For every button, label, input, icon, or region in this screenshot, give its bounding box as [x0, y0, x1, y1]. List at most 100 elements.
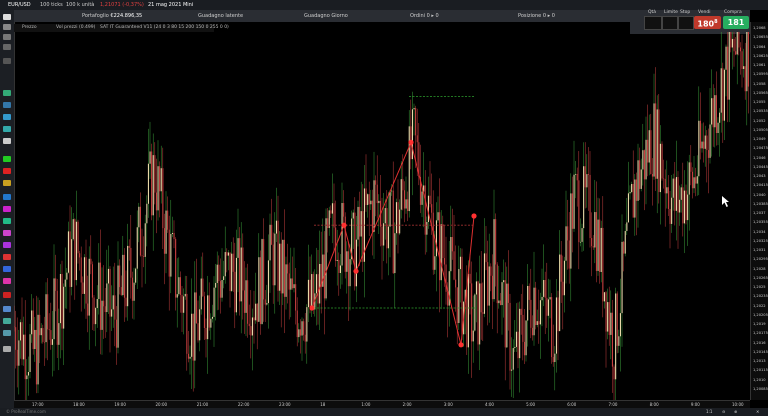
candle-body — [607, 302, 609, 332]
indicator-legend[interactable]: SAT IT Guaranteed V11 (24 0 3 80 15 200 … — [100, 24, 229, 32]
volume-legend[interactable]: Vol prezzi (0.499) — [56, 24, 95, 32]
price-tick-label: 1,20535 — [753, 109, 768, 114]
candle-body — [528, 285, 530, 300]
candle-body — [293, 284, 295, 289]
price-legend[interactable]: Prezzo — [22, 24, 37, 32]
candle-body — [359, 206, 361, 237]
candle-body — [109, 268, 111, 317]
candle-body — [576, 173, 578, 181]
ruler-icon[interactable] — [3, 254, 11, 260]
position-label[interactable]: Posizione 0 ▸ 0 — [518, 10, 555, 22]
price-axis[interactable]: 1,2068 1,20655 1,2064 1,20625 1,2061 1,20595 1… — [750, 22, 768, 400]
channel-tool-icon[interactable] — [3, 102, 11, 108]
candle-body — [589, 174, 591, 239]
candle-body — [171, 232, 173, 234]
candle-body — [664, 178, 666, 194]
candle-body — [143, 256, 145, 257]
candle-body — [567, 226, 569, 241]
settings-icon[interactable] — [3, 346, 11, 352]
candle-body — [746, 32, 748, 92]
zoom-tool-icon[interactable] — [3, 24, 11, 30]
candle-body — [307, 279, 309, 308]
marker-red-icon[interactable] — [3, 168, 11, 174]
candle-body — [354, 212, 356, 287]
candle-body — [317, 274, 319, 304]
crosshair-icon[interactable] — [3, 114, 11, 120]
candle-body — [139, 206, 141, 256]
price-tick-label: 1,20565 — [753, 90, 768, 95]
gann-tool-icon[interactable] — [3, 230, 11, 236]
pitchfork-icon[interactable] — [3, 242, 11, 248]
stop-input[interactable] — [678, 16, 694, 30]
trendline-icon[interactable] — [3, 44, 11, 50]
marker-green-icon[interactable] — [3, 156, 11, 162]
close-icon[interactable]: ✕ — [756, 408, 759, 416]
arrow-up-icon[interactable] — [3, 194, 11, 200]
candle-body — [112, 295, 114, 310]
candle-body — [144, 223, 146, 257]
price-tick-label: 1,2043 — [753, 174, 766, 178]
candle-body — [496, 264, 498, 304]
price-tick-label: 1,20505 — [753, 127, 768, 132]
price-tick-label: 1,20625 — [753, 53, 768, 58]
candle-body — [138, 206, 140, 228]
candle-body — [239, 238, 241, 302]
candle-body — [512, 348, 514, 370]
cursor-tool-icon[interactable] — [3, 14, 11, 20]
orders-label[interactable]: Ordini 0 ▸ 0 — [410, 10, 439, 22]
candle-body — [658, 109, 660, 193]
candle-body — [599, 219, 601, 272]
pattern-tool-icon[interactable] — [3, 180, 11, 186]
qty-input[interactable] — [644, 16, 662, 30]
shape-tool-icon[interactable] — [3, 126, 11, 132]
candle-body — [707, 150, 709, 158]
ellipse-icon[interactable] — [3, 278, 11, 284]
candle-body — [555, 297, 557, 354]
buy-button[interactable]: 181 — [723, 16, 749, 29]
units-selector[interactable]: 100 k unità — [66, 0, 94, 10]
candle-body — [240, 247, 242, 302]
text-tool-icon[interactable] — [3, 138, 11, 144]
candle-body — [258, 257, 260, 322]
zoom-out-icon[interactable]: ⊖ — [722, 408, 725, 416]
candle-body — [301, 321, 303, 336]
limit-input[interactable] — [662, 16, 678, 30]
candle-body — [197, 323, 199, 341]
candle-body — [295, 284, 297, 311]
zoom-ratio[interactable]: 1:1 — [706, 408, 712, 416]
candle-body — [455, 279, 457, 288]
rectangle-icon[interactable] — [3, 266, 11, 272]
candle-body — [544, 280, 546, 298]
candle-body — [533, 287, 535, 336]
sell-button[interactable]: 1808 — [694, 16, 721, 29]
candle-body — [327, 218, 329, 229]
price-tick-label: 1,20115 — [753, 368, 768, 373]
harmonic-tool-icon[interactable] — [3, 218, 11, 224]
symbol-selector[interactable]: EUR/USD — [8, 0, 31, 10]
line-tool-icon[interactable] — [3, 34, 11, 40]
price-chart[interactable] — [14, 32, 750, 400]
candle-body — [247, 280, 249, 324]
candle-body — [53, 278, 55, 340]
timeframe-selector[interactable]: 100 ticks — [40, 0, 63, 10]
magnet-icon[interactable] — [3, 330, 11, 336]
candle-body — [578, 180, 580, 243]
price-tick-label: 1,20595 — [753, 72, 768, 77]
candle-body — [103, 300, 105, 307]
price-tick-label: 1,20655 — [753, 35, 768, 40]
candle-body — [597, 219, 599, 271]
zoom-in-icon[interactable]: ⊕ — [734, 408, 737, 416]
eraser-icon[interactable] — [3, 306, 11, 312]
candle-body — [219, 281, 221, 298]
candle-body — [720, 68, 722, 113]
arrow-down-icon[interactable] — [3, 206, 11, 212]
candle-body — [663, 178, 665, 180]
lock-icon[interactable] — [3, 318, 11, 324]
candle-body — [131, 277, 133, 301]
alert-icon[interactable] — [3, 292, 11, 298]
candle-body — [498, 300, 500, 304]
pen-tool-icon[interactable] — [3, 90, 11, 96]
candle-body — [176, 294, 178, 298]
candle-body — [546, 297, 548, 316]
fibonacci-icon[interactable] — [3, 58, 11, 64]
